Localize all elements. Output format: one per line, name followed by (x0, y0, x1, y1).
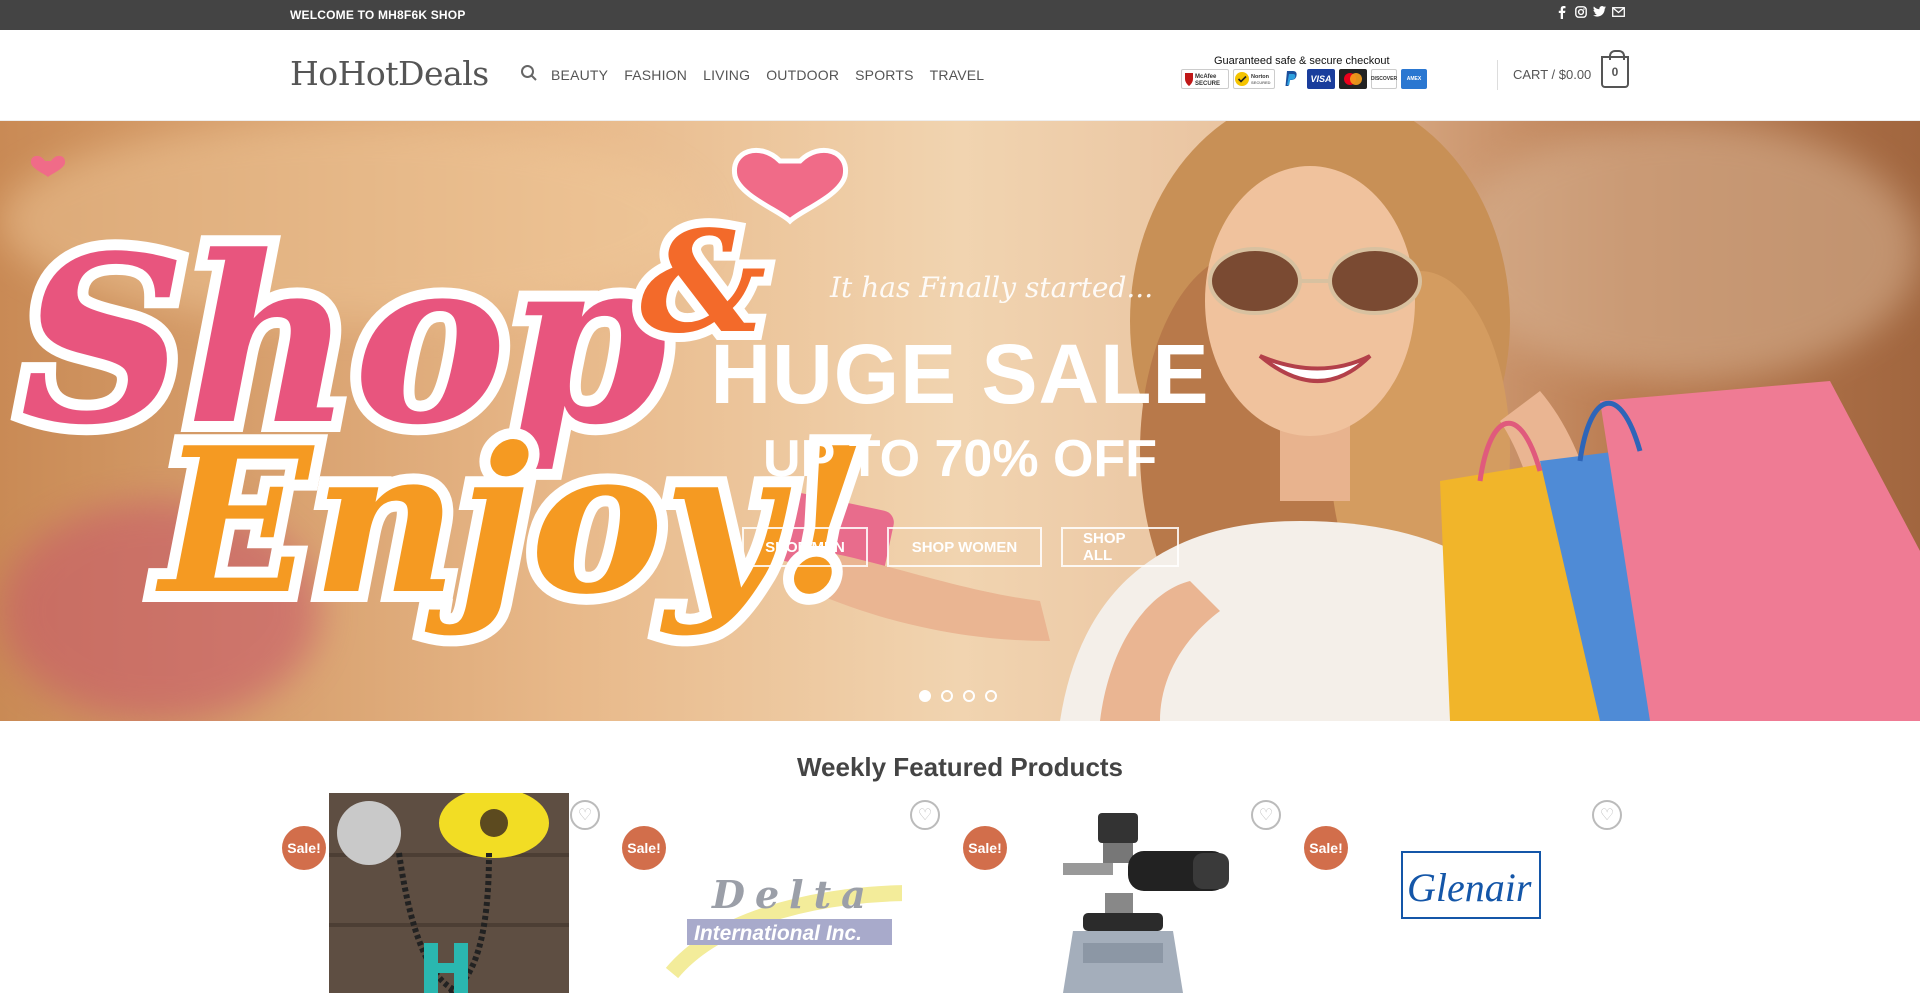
instagram-icon[interactable] (1574, 6, 1587, 21)
slider-dots (919, 690, 997, 702)
shop-all-button[interactable]: SHOP ALL (1061, 527, 1179, 567)
nav-sports[interactable]: SPORTS (855, 67, 914, 83)
mcafee-badge: McAfee SECURE (1181, 69, 1229, 89)
email-icon[interactable] (1612, 6, 1625, 21)
amex-badge: AMEX (1401, 69, 1427, 89)
hero-slider[interactable]: Shop & Enjoy! It has Finally started... … (0, 121, 1920, 721)
svg-text:McAfee: McAfee (1195, 74, 1217, 80)
wishlist-heart-icon[interactable]: ♡ (1592, 800, 1622, 830)
svg-text:SECURE: SECURE (1195, 81, 1220, 87)
facebook-icon[interactable] (1555, 6, 1568, 21)
product-card[interactable]: Sale! ♡ (282, 793, 600, 993)
discover-badge: DISCOVER (1371, 69, 1397, 89)
shop-men-button[interactable]: SHOP MEN (742, 527, 868, 567)
shop-women-button[interactable]: SHOP WOMEN (887, 527, 1042, 567)
nav-fashion[interactable]: FASHION (624, 67, 687, 83)
twitter-icon[interactable] (1593, 6, 1606, 21)
wishlist-heart-icon[interactable]: ♡ (1251, 800, 1281, 830)
site-header: HoHotDeals BEAUTY FASHION LIVING OUTDOOR… (0, 30, 1920, 121)
nav-travel[interactable]: TRAVEL (930, 67, 985, 83)
product-image-glenair[interactable]: Glenair (1401, 851, 1541, 919)
paypal-badge (1279, 69, 1303, 89)
visa-badge: VISA (1307, 69, 1335, 89)
mastercard-badge (1339, 69, 1367, 89)
welcome-text: WELCOME TO MH8F6K SHOP (290, 8, 466, 22)
slider-dot-1[interactable] (919, 690, 931, 702)
product-image-foam-cannon[interactable] (1043, 813, 1243, 993)
product-image-delta[interactable]: Delta International Inc. (662, 853, 902, 993)
norton-badge: Norton SECURED (1233, 69, 1275, 89)
nav-beauty[interactable]: BEAUTY (551, 67, 608, 83)
sale-badge: Sale! (963, 826, 1007, 870)
slider-dot-2[interactable] (941, 690, 953, 702)
product-card[interactable]: Sale! ♡ (963, 793, 1281, 993)
slider-dot-3[interactable] (963, 690, 975, 702)
hero-pretitle: It has Finally started... (830, 271, 1154, 304)
nav-living[interactable]: LIVING (703, 67, 750, 83)
secure-checkout-caption: Guaranteed safe & secure checkout (1214, 55, 1390, 67)
cart-link[interactable]: CART / $0.00 (1513, 67, 1591, 82)
featured-title: Weekly Featured Products (796, 752, 1124, 782)
top-bar: WELCOME TO MH8F6K SHOP (0, 0, 1920, 30)
main-nav: BEAUTY FASHION LIVING OUTDOOR SPORTS TRA… (551, 67, 984, 83)
svg-text:SECURED: SECURED (1251, 80, 1271, 85)
product-card[interactable]: Delta International Inc. Sale! ♡ (622, 793, 940, 993)
nav-outdoor[interactable]: OUTDOOR (766, 67, 839, 83)
glenair-logo-text: Glenair (1407, 865, 1532, 910)
sale-badge: Sale! (1304, 826, 1348, 870)
wishlist-heart-icon[interactable]: ♡ (570, 800, 600, 830)
delta-logo-subtext: International Inc. (694, 922, 862, 945)
hero-subheadline: UP TO 70% OFF (763, 430, 1157, 488)
product-card[interactable]: Glenair Sale! ♡ (1304, 793, 1622, 993)
hero-headline: HUGE SALE (710, 327, 1210, 421)
sale-badge: Sale! (622, 826, 666, 870)
slider-dot-4[interactable] (985, 690, 997, 702)
wishlist-heart-icon[interactable]: ♡ (910, 800, 940, 830)
secure-checkout-badges: Guaranteed safe & secure checkout McAfee… (1181, 55, 1427, 95)
sale-badge: Sale! (282, 826, 326, 870)
social-links (1555, 6, 1625, 21)
site-logo[interactable]: HoHotDeals (290, 54, 489, 93)
header-divider (1497, 60, 1498, 90)
product-image-necklace[interactable] (329, 793, 569, 993)
search-icon[interactable] (520, 64, 538, 82)
delta-logo-text: Delta (711, 872, 876, 917)
cart-count-icon[interactable]: 0 (1601, 50, 1629, 88)
